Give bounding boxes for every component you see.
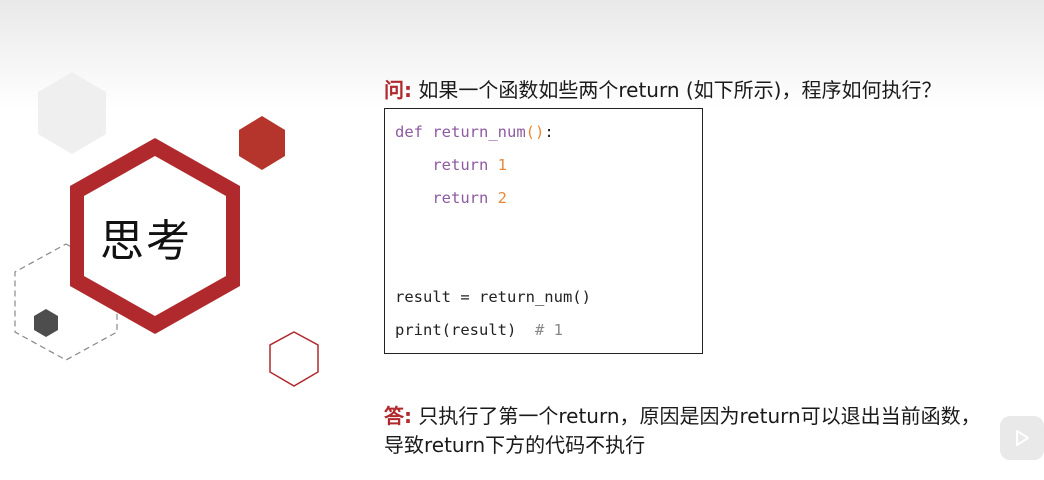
code-comment: # 1: [535, 321, 563, 339]
code-keyword-def: def: [395, 123, 423, 141]
code-line-1: def return_num():: [395, 123, 554, 141]
light-gray-hexagon: [38, 72, 106, 154]
question-body: 如果一个函数如些两个return (如下所示)，程序如何执行？: [412, 78, 942, 102]
code-number-1: 1: [497, 156, 508, 174]
answer-line-1: 答: 只执行了第一个return，原因是因为return可以退出当前函数，: [384, 402, 981, 431]
code-keyword-return-2: return: [432, 189, 489, 207]
code-keyword-return-1: return: [432, 156, 489, 174]
code-print-call: print(result): [395, 321, 517, 339]
small-dark-hexagon: [34, 309, 58, 337]
code-parens: (): [525, 123, 545, 141]
code-line-4: result = return_num(): [395, 288, 591, 306]
thinking-title: 思考: [100, 216, 192, 267]
small-red-hexagon: [239, 116, 285, 170]
answer-text: 答: 只执行了第一个return，原因是因为return可以退出当前函数， 导致…: [384, 402, 981, 460]
outline-red-hexagon: [269, 331, 319, 387]
code-number-2: 2: [497, 189, 508, 207]
play-icon: [1016, 430, 1029, 446]
code-line-3: return 2: [395, 189, 507, 207]
answer-line-2: 导致return下方的代码不执行: [384, 433, 646, 457]
answer-body-1: 只执行了第一个return，原因是因为return可以退出当前函数，: [412, 404, 981, 428]
answer-tag: 答:: [384, 404, 412, 428]
code-line-2: return 1: [395, 156, 507, 174]
code-block: def return_num(): return 1 return 2 resu…: [384, 108, 703, 354]
code-line-5: print(result) # 1: [395, 321, 563, 339]
code-colon: :: [544, 123, 554, 141]
play-button[interactable]: [1000, 416, 1044, 460]
question-tag: 问:: [384, 78, 412, 102]
code-function-name: return_num: [432, 123, 526, 141]
question-text: 问: 如果一个函数如些两个return (如下所示)，程序如何执行？: [384, 74, 941, 103]
